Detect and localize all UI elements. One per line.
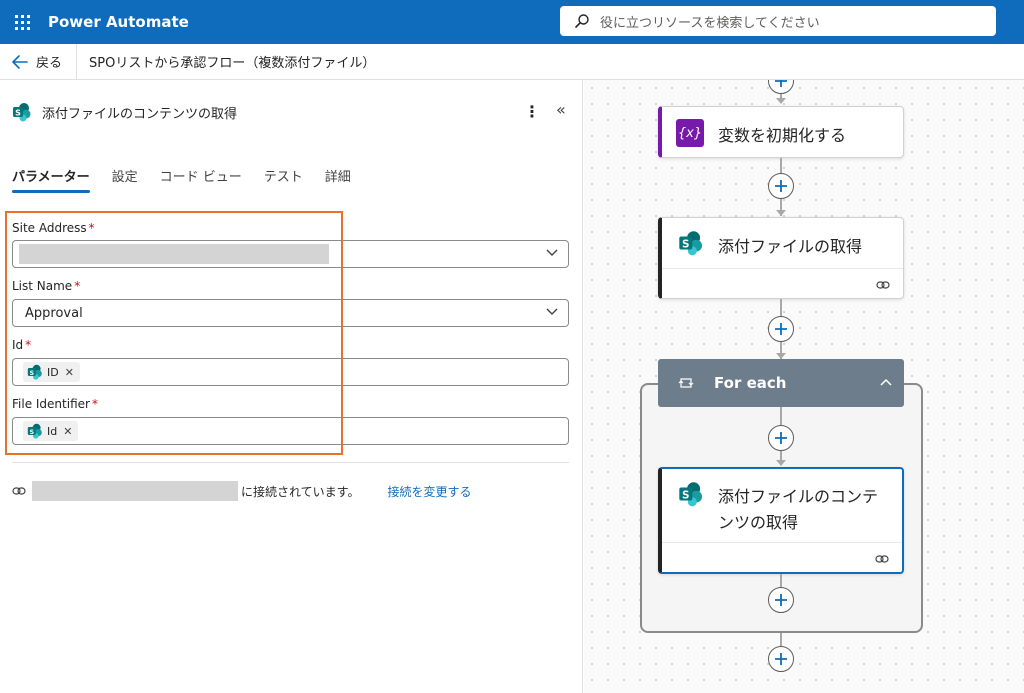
tab-test[interactable]: テスト: [264, 166, 303, 193]
panel-tabs: パラメーター 設定 コード ビュー テスト 詳細: [12, 166, 373, 193]
chevron-down-icon: [546, 308, 558, 315]
plus-icon[interactable]: [768, 646, 794, 672]
link-icon: [876, 281, 890, 289]
app-title[interactable]: Power Automate: [48, 13, 189, 31]
plus-icon[interactable]: [768, 425, 794, 451]
plus-icon[interactable]: [768, 80, 794, 94]
connection-row: に接続されています。 接続を変更する: [12, 481, 471, 501]
command-bar: 戻る SPOリストから承認フロー（複数添付ファイル）: [0, 44, 1024, 80]
waffle-icon[interactable]: [0, 0, 44, 44]
search-placeholder: 役に立つリソースを検索してください: [600, 15, 820, 31]
variable-icon: {x}: [676, 119, 704, 147]
search-icon: [575, 14, 589, 28]
connection-status: に接続されています。: [241, 484, 360, 499]
card-footer: [662, 268, 903, 298]
card-initialize-variable[interactable]: {x} 変数を初期化する: [658, 106, 904, 158]
plus-icon[interactable]: [768, 587, 794, 613]
link-icon: [875, 555, 889, 563]
foreach-header[interactable]: For each: [658, 359, 904, 407]
panel-header: S 添付ファイルのコンテンツの取得: [12, 102, 572, 122]
loop-icon: [678, 378, 694, 388]
chevron-up-icon[interactable]: [880, 378, 892, 386]
arrowhead: [776, 460, 786, 466]
foreach-title: For each: [714, 374, 787, 392]
back-label: 戻る: [36, 56, 63, 71]
svg-text:S: S: [15, 109, 21, 118]
tab-parameters[interactable]: パラメーター: [12, 166, 90, 193]
more-icon[interactable]: ⋮: [524, 102, 540, 121]
sharepoint-icon: S: [13, 103, 31, 122]
divider: [12, 462, 569, 463]
highlight-annotation: [5, 211, 343, 455]
link-icon: [12, 487, 26, 495]
flow-canvas[interactable]: {x} 変数を初期化する S 添付ファイルの取得 For each S 添付ファ…: [584, 80, 1024, 693]
plus-icon[interactable]: [768, 316, 794, 342]
connector-line: [780, 633, 782, 647]
panel-title: 添付ファイルのコンテンツの取得: [42, 106, 238, 122]
back-button[interactable]: 戻る: [0, 44, 78, 79]
chevron-down-icon: [546, 249, 558, 256]
arrowhead: [776, 98, 786, 104]
card-title: 変数を初期化する: [718, 126, 847, 145]
back-arrow-icon: [12, 54, 28, 69]
card-title-line-2: ンツの取得: [718, 513, 799, 532]
plus-icon[interactable]: [768, 173, 794, 199]
top-bar: Power Automate 役に立つリソースを検索してください: [0, 0, 1024, 44]
flow-title: SPOリストから承認フロー（複数添付ファイル）: [89, 56, 376, 71]
change-connection-link[interactable]: 接続を変更する: [387, 483, 471, 500]
sharepoint-icon: S: [679, 482, 703, 507]
tab-details[interactable]: 詳細: [325, 166, 351, 193]
card-title-line-1: 添付ファイルのコンテ: [718, 487, 879, 506]
search-box[interactable]: 役に立つリソースを検索してください: [560, 6, 996, 36]
card-title: 添付ファイルの取得: [718, 237, 863, 256]
card-footer: [662, 542, 902, 572]
card-get-attachments[interactable]: S 添付ファイルの取得: [658, 217, 904, 299]
svg-text:S: S: [682, 490, 689, 502]
card-get-attachment-content[interactable]: S 添付ファイルのコンテ ンツの取得: [658, 467, 904, 574]
tab-settings[interactable]: 設定: [112, 166, 138, 193]
redacted-connection-name: [32, 481, 238, 501]
svg-text:S: S: [682, 239, 689, 251]
sharepoint-icon: S: [679, 231, 703, 256]
tab-code-view[interactable]: コード ビュー: [160, 166, 242, 193]
arrowhead: [776, 210, 786, 216]
collapse-icon[interactable]: «: [556, 100, 566, 119]
